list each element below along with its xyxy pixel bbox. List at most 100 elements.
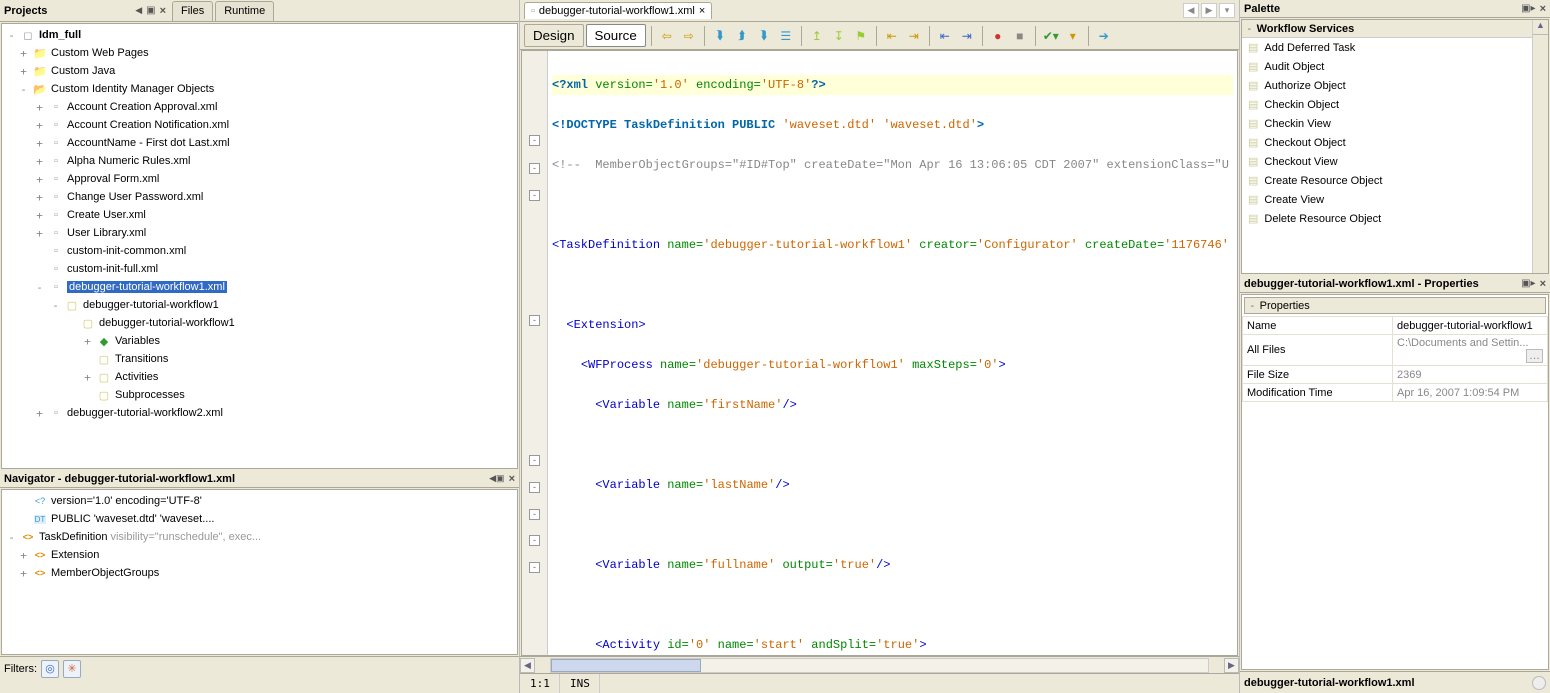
palette-item[interactable]: Add Deferred Task [1242, 38, 1548, 57]
editor-nav-left-icon[interactable]: ◀ [1183, 3, 1199, 18]
fold-icon[interactable]: - [529, 163, 540, 174]
indent-left-icon[interactable]: ⇤ [935, 26, 955, 46]
tree-node[interactable]: +Variables [4, 332, 517, 350]
tab-projects[interactable]: Projects [4, 5, 47, 17]
next-bm-icon[interactable]: ↧ [829, 26, 849, 46]
tree-node[interactable]: +Custom Web Pages [4, 44, 517, 62]
editor-nav-dropdown-icon[interactable]: ▾ [1219, 3, 1235, 18]
properties-section[interactable]: - Properties [1244, 297, 1546, 314]
nav-pin-icon[interactable]: ◀▣ [489, 473, 504, 485]
palette-category[interactable]: - Workflow Services [1242, 20, 1548, 38]
tree-node[interactable]: +Alpha Numeric Rules.xml [4, 152, 517, 170]
collapse-icon[interactable]: - [1246, 22, 1253, 35]
xsl-icon[interactable]: ▾ [1063, 26, 1083, 46]
scroll-right-icon[interactable]: ▶ [1224, 658, 1239, 673]
palette[interactable]: - Workflow Services Add Deferred TaskAud… [1241, 19, 1549, 274]
tree-node[interactable]: custom-init-common.xml [4, 242, 517, 260]
property-row[interactable]: Modification TimeApr 16, 2007 1:09:54 PM [1243, 384, 1548, 402]
tree-node[interactable]: +Create User.xml [4, 206, 517, 224]
tree-node[interactable]: +Activities [4, 368, 517, 386]
indent-right-icon[interactable]: ⇥ [957, 26, 977, 46]
props-close-icon[interactable]: × [1540, 278, 1546, 290]
macro-stop-icon[interactable]: ■ [1010, 26, 1030, 46]
nav-node[interactable]: PUBLIC 'waveset.dtd' 'waveset.... [4, 510, 517, 528]
filter-target-icon[interactable]: ◎ [41, 660, 59, 678]
collapse-icon[interactable]: - [1249, 299, 1256, 312]
nav-node[interactable]: +MemberObjectGroups [4, 564, 517, 582]
toggle-hl-icon[interactable]: ☰ [776, 26, 796, 46]
nav-node[interactable]: +Extension [4, 546, 517, 564]
nav-node[interactable]: -TaskDefinition visibility="runschedule"… [4, 528, 517, 546]
filter-settings-icon[interactable]: ✳ [63, 660, 81, 678]
tree-node[interactable]: Transitions [4, 350, 517, 368]
scroll-left-icon[interactable]: ◀ [520, 658, 535, 673]
pin-icon[interactable]: ▣ [146, 5, 155, 17]
palette-pin-icon[interactable]: ▣▸ [1521, 3, 1535, 15]
validate-icon[interactable]: ✔▾ [1041, 26, 1061, 46]
palette-close-icon[interactable]: × [1540, 3, 1546, 15]
tab-runtime[interactable]: Runtime [215, 1, 274, 21]
mode-source[interactable]: Source [586, 24, 646, 47]
fold-icon[interactable]: - [529, 482, 540, 493]
run-icon[interactable]: ➔ [1094, 26, 1114, 46]
find-prev-icon[interactable]: ⮭ [732, 26, 752, 46]
editor-nav-right-icon[interactable]: ▶ [1201, 3, 1217, 18]
palette-item[interactable]: Audit Object [1242, 57, 1548, 76]
close-icon[interactable]: × [160, 5, 166, 17]
tree-node[interactable]: +Custom Java [4, 62, 517, 80]
scroll-thumb[interactable] [551, 659, 701, 672]
mode-design[interactable]: Design [524, 24, 584, 47]
toggle-bm-icon[interactable]: ⚑ [851, 26, 871, 46]
navigator-tree[interactable]: version='1.0' encoding='UTF-8'PUBLIC 'wa… [1, 489, 518, 655]
tree-node[interactable]: +Account Creation Notification.xml [4, 116, 517, 134]
fold-icon[interactable]: - [529, 190, 540, 201]
palette-item[interactable]: Checkout Object [1242, 133, 1548, 152]
palette-item[interactable]: Checkin Object [1242, 95, 1548, 114]
tree-node[interactable]: +Change User Password.xml [4, 188, 517, 206]
tab-files[interactable]: Files [172, 1, 213, 21]
tree-node[interactable]: -debugger-tutorial-workflow1.xml [4, 278, 517, 296]
props-pin-icon[interactable]: ▣▸ [1521, 278, 1535, 290]
nav-close-icon[interactable]: × [509, 473, 515, 485]
ellipsis-button[interactable]: … [1526, 349, 1543, 363]
fold-icon[interactable]: - [529, 315, 540, 326]
palette-item[interactable]: Delete Resource Object [1242, 209, 1548, 228]
fold-icon[interactable]: - [529, 135, 540, 146]
palette-item[interactable]: Authorize Object [1242, 76, 1548, 95]
palette-item[interactable]: Create View [1242, 190, 1548, 209]
properties-table[interactable]: Namedebugger-tutorial-workflow1All Files… [1242, 316, 1548, 402]
palette-item[interactable]: Create Resource Object [1242, 171, 1548, 190]
tree-node[interactable]: -Custom Identity Manager Objects [4, 80, 517, 98]
macro-rec-icon[interactable]: ● [988, 26, 1008, 46]
tree-node[interactable]: +AccountName - First dot Last.xml [4, 134, 517, 152]
code-editor[interactable]: - - - - - - - - - <?xml version='1.0' en… [521, 50, 1238, 656]
tab-close-icon[interactable]: × [699, 5, 705, 17]
find-next-icon[interactable]: ⮯ [754, 26, 774, 46]
fold-icon[interactable]: - [529, 562, 540, 573]
tree-node[interactable]: -debugger-tutorial-workflow1 [4, 296, 517, 314]
find-sel-icon[interactable]: ⮯ [710, 26, 730, 46]
prev-bm-icon[interactable]: ↥ [807, 26, 827, 46]
nav-back-icon[interactable]: ⇦ [657, 26, 677, 46]
tree-node[interactable]: +Approval Form.xml [4, 170, 517, 188]
palette-scrollbar[interactable]: ▲ [1532, 20, 1548, 273]
tree-node[interactable]: Subprocesses [4, 386, 517, 404]
editor-hscroll[interactable]: ◀ ▶ [520, 656, 1239, 673]
fold-icon[interactable]: - [529, 509, 540, 520]
editor-tab[interactable]: debugger-tutorial-workflow1.xml × [524, 2, 712, 19]
fold-icon[interactable]: - [529, 455, 540, 466]
nav-node[interactable]: version='1.0' encoding='UTF-8' [4, 492, 517, 510]
shift-left-icon[interactable]: ⇤ [882, 26, 902, 46]
palette-item[interactable]: Checkin View [1242, 114, 1548, 133]
tree-node[interactable]: +Account Creation Approval.xml [4, 98, 517, 116]
fold-icon[interactable]: - [529, 535, 540, 546]
left-tabs-nav-left-icon[interactable]: ◀ [135, 5, 142, 17]
shift-right-icon[interactable]: ⇥ [904, 26, 924, 46]
tree-node[interactable]: custom-init-full.xml [4, 260, 517, 278]
nav-fwd-icon[interactable]: ⇨ [679, 26, 699, 46]
property-row[interactable]: Namedebugger-tutorial-workflow1 [1243, 317, 1548, 335]
project-tree[interactable]: -Idm_full +Custom Web Pages+Custom Java-… [1, 23, 518, 469]
property-row[interactable]: All FilesC:\Documents and Settin... … [1243, 335, 1548, 366]
palette-item[interactable]: Checkout View [1242, 152, 1548, 171]
property-row[interactable]: File Size2369 [1243, 366, 1548, 384]
